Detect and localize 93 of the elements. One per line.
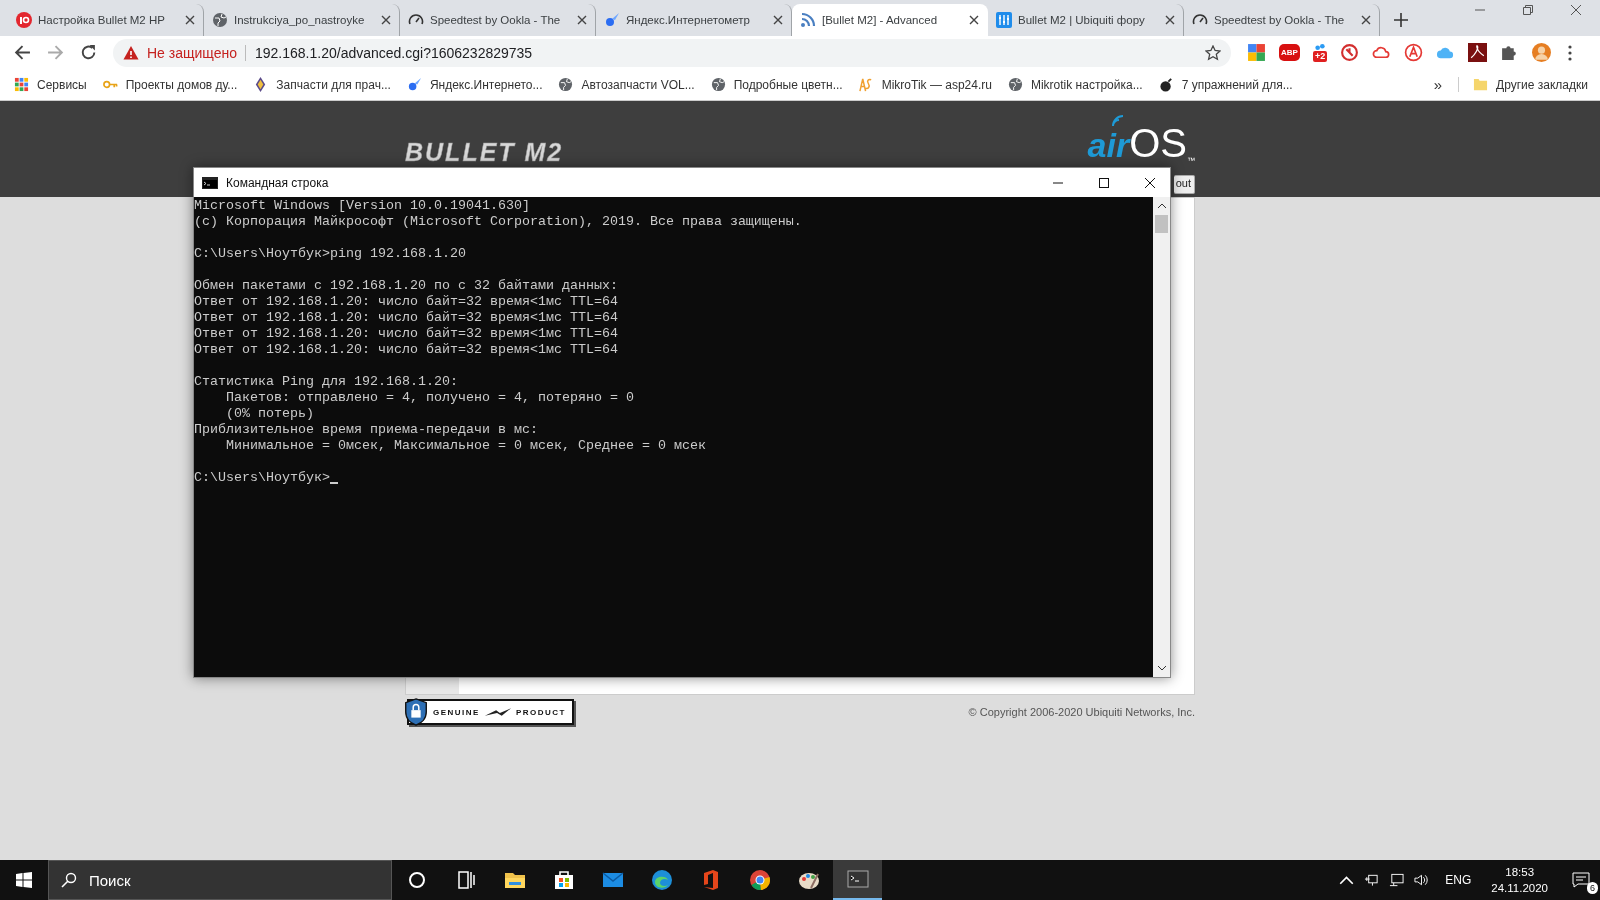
- bookmark[interactable]: Проекты домов ду...: [102, 77, 238, 92]
- chevron-up-icon[interactable]: [1339, 873, 1355, 887]
- apps-grid-icon: [14, 77, 29, 92]
- close-icon[interactable]: [1165, 15, 1175, 25]
- new-tab-icon[interactable]: [1394, 13, 1408, 27]
- bookmark[interactable]: Яндекс.Интернето...: [406, 77, 543, 92]
- extension-icon[interactable]: [1247, 43, 1266, 62]
- notification-icon[interactable]: [1572, 872, 1590, 888]
- console-line: Microsoft Windows [Version 10.0.19041.630]: [194, 198, 530, 214]
- close-icon[interactable]: [1361, 15, 1371, 25]
- search-icon: [61, 872, 77, 888]
- comet-icon: [406, 77, 422, 92]
- console-line: C:\Users\Ноутбук>: [194, 470, 330, 486]
- window-title: Командная строка: [226, 175, 329, 190]
- console-icon: [845, 867, 870, 891]
- bookmark[interactable]: Автозапчасти VOL...: [558, 77, 695, 92]
- asp-logo-icon: [858, 77, 874, 92]
- comet-icon: [604, 12, 620, 28]
- console-line: (0% потерь): [225, 406, 314, 422]
- network-icon[interactable]: [1389, 873, 1405, 887]
- logo-prefix: air: [1087, 128, 1130, 162]
- console-line: Ответ от 192.168.1.20: число байт=32 время<1мс TTL=64: [194, 310, 618, 326]
- console-line: C:\Users\Ноутбук>ping 192.168.1.20: [194, 246, 466, 262]
- globe-icon: [1007, 77, 1023, 92]
- close-icon[interactable]: [1144, 176, 1156, 189]
- globe-icon: [212, 12, 228, 28]
- console-line: Минимальное = 0мсек, Максимальное = 0 мсек, Среднее = 0 мсек: [225, 438, 706, 454]
- address-field[interactable]: Не защищено 192.168.1.20/advanced.cgi?1606232829735: [113, 38, 1231, 67]
- ip-logo-icon: [16, 12, 32, 28]
- close-icon[interactable]: [969, 15, 979, 25]
- globe-icon: [710, 77, 726, 92]
- star-icon[interactable]: [1205, 44, 1221, 61]
- bookmark[interactable]: 7 упражнений для...: [1158, 77, 1293, 92]
- drops-icon[interactable]: [1313, 43, 1327, 51]
- adblock-extension-icon[interactable]: ABP: [1279, 44, 1300, 61]
- windows-start-icon[interactable]: [16, 872, 32, 888]
- letter-circle-icon[interactable]: [1404, 43, 1424, 62]
- bookmark[interactable]: Подробные цветн...: [710, 77, 843, 92]
- console-line: Ответ от 192.168.1.20: число байт=32 время<1мс TTL=64: [194, 326, 618, 342]
- maximize-icon[interactable]: [1098, 176, 1110, 189]
- reload-icon[interactable]: [80, 44, 97, 61]
- browser-icon: [747, 868, 772, 892]
- url-text: 192.168.1.20/advanced.cgi?1606232829735: [255, 44, 533, 61]
- signal-waves-icon: [1111, 114, 1126, 128]
- text-cursor: [330, 482, 338, 484]
- bookmark-folder[interactable]: Другие закладки: [1458, 77, 1588, 92]
- taskbar-app[interactable]: [833, 860, 882, 900]
- console-line: Ответ от 192.168.1.20: число байт=32 время<1мс TTL=64: [194, 342, 618, 358]
- bookmark[interactable]: MikroTik — asp24.ru: [858, 77, 992, 92]
- more-bookmarks-button[interactable]: »: [1433, 76, 1443, 93]
- close-icon[interactable]: [381, 15, 391, 25]
- avatar-icon[interactable]: [1532, 43, 1552, 62]
- console-line: Статистика Ping для 192.168.1.20:: [194, 374, 458, 390]
- clock[interactable]: 18:53 24.11.2020: [1491, 864, 1548, 896]
- console-line: Обмен пакетами с 192.168.1.20 по с 32 байтами данных:: [194, 278, 618, 294]
- scrollbar[interactable]: [1153, 197, 1170, 677]
- language-indicator[interactable]: ENG: [1445, 873, 1472, 887]
- product-logo: BULLET M2: [405, 138, 564, 167]
- globe-icon: [558, 77, 574, 92]
- bookmark[interactable]: Запчасти для прач...: [253, 77, 391, 92]
- bookmark[interactable]: Сервисы: [14, 77, 87, 92]
- console-line: Приблизительное время приема-передачи в мс:: [194, 422, 538, 438]
- close-icon[interactable]: [185, 15, 195, 25]
- copyright-text: © Copyright 2006-2020 Ubiquiti Networks, Inc.: [968, 706, 1195, 718]
- bomb-icon: [1158, 77, 1174, 92]
- equalizer-icon: [996, 12, 1012, 28]
- genuine-product-badge: GENUINE PRODUCT: [407, 699, 574, 725]
- close-icon[interactable]: [577, 15, 587, 25]
- warning-icon: [123, 44, 139, 61]
- extension-badge: +2: [1312, 51, 1328, 62]
- restore-icon[interactable]: [1522, 4, 1534, 16]
- logout-button[interactable]: out: [1173, 175, 1195, 194]
- back-arrow-icon[interactable]: [14, 44, 31, 61]
- search-field[interactable]: Поиск: [48, 860, 392, 900]
- console-icon: [202, 176, 218, 189]
- security-label[interactable]: Не защищено: [147, 44, 246, 61]
- folder-icon: [1473, 77, 1489, 92]
- notification-count: 6: [1587, 882, 1598, 894]
- trademark-mark: ™: [1187, 156, 1195, 165]
- device-icon[interactable]: [1364, 873, 1380, 887]
- console-line: Пакетов: отправлено = 4, получено = 4, потеряно = 0: [225, 390, 634, 406]
- menu-icon[interactable]: [1568, 44, 1573, 61]
- scroll-thumb[interactable]: [1155, 215, 1168, 233]
- ring-icon[interactable]: [1340, 43, 1360, 62]
- close-icon[interactable]: [773, 15, 783, 25]
- speaker-icon[interactable]: [1414, 873, 1430, 887]
- pdf-icon[interactable]: [1468, 43, 1488, 62]
- console-line: (c) Корпорация Майкрософт (Microsoft Corporation), 2019. Все права защищены.: [194, 214, 802, 230]
- bookmark[interactable]: Mikrotik настройка...: [1007, 77, 1143, 92]
- console-line: Ответ от 192.168.1.20: число байт=32 время<1мс TTL=64: [194, 294, 618, 310]
- rss-icon: [800, 12, 816, 28]
- swirl-icon: [649, 868, 674, 892]
- browser-tab[interactable]: [Bullet M2] - Advanced: [792, 4, 988, 36]
